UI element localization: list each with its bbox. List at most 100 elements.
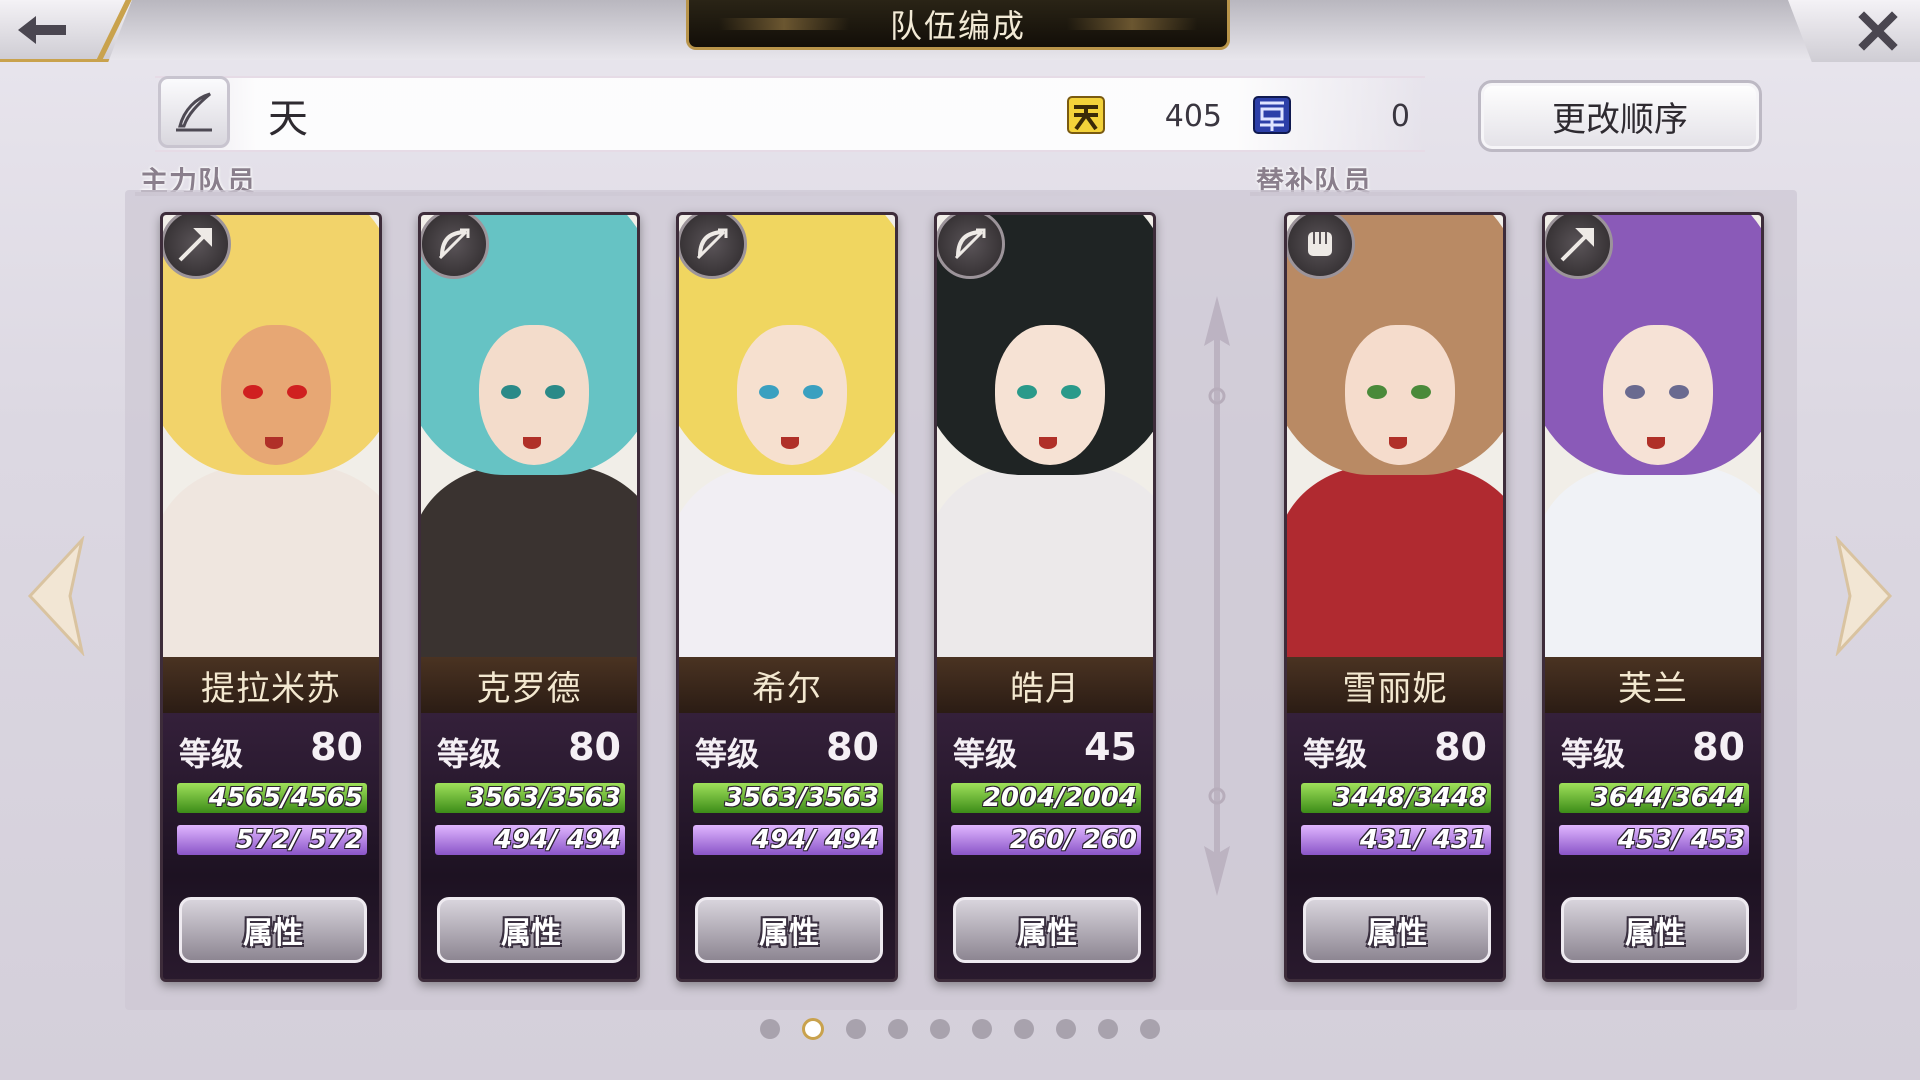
change-order-button[interactable]: 更改顺序 [1478, 80, 1762, 152]
prev-team-arrow-icon[interactable] [26, 536, 86, 656]
spear-icon [1545, 215, 1613, 279]
hp-text: 3563/3563 [724, 783, 879, 813]
attributes-button[interactable]: 属性 [437, 897, 625, 963]
mp-bar: 494/ 494 [693, 825, 883, 855]
hp-text: 3448/3448 [1332, 783, 1487, 813]
portrait-eye [1017, 385, 1037, 399]
level-label: 等级 [1561, 735, 1626, 773]
level-value: 80 [1692, 725, 1745, 769]
character-portrait[interactable] [679, 215, 895, 657]
level-label: 等级 [179, 735, 244, 773]
portrait-mouth [1389, 437, 1407, 449]
edit-team-name-button[interactable] [158, 76, 230, 148]
member-card[interactable]: 芙兰 等级 80 3644/3644 453/ 453 属性 [1542, 212, 1764, 982]
page-dot[interactable] [846, 1019, 866, 1039]
portrait-body [1545, 465, 1761, 657]
portrait-body [937, 465, 1153, 657]
portrait-eye [501, 385, 521, 399]
attributes-button-label: 属性 [1625, 916, 1685, 951]
portrait-body [421, 465, 637, 657]
sky-attribute-value: 405 [1164, 99, 1222, 134]
close-icon [1858, 11, 1898, 51]
page-dot[interactable] [888, 1019, 908, 1039]
portrait-mouth [523, 437, 541, 449]
portrait-eye [803, 385, 823, 399]
level-label: 等级 [1303, 735, 1368, 773]
portrait-eye [1367, 385, 1387, 399]
hp-bar: 2004/2004 [951, 783, 1141, 813]
page-dot[interactable] [760, 1019, 780, 1039]
member-card[interactable]: 克罗德 等级 80 3563/3563 494/ 494 属性 [418, 212, 640, 982]
portrait-eye [243, 385, 263, 399]
swap-divider-icon [1204, 296, 1230, 896]
portrait-eye [545, 385, 565, 399]
page-dot[interactable] [802, 1018, 824, 1040]
attributes-button[interactable]: 属性 [695, 897, 883, 963]
name-band: 皓月 [937, 657, 1153, 713]
mp-bar: 431/ 431 [1301, 825, 1491, 855]
hp-text: 3644/3644 [1590, 783, 1745, 813]
character-portrait[interactable] [163, 215, 379, 657]
team-name: 天 [268, 96, 308, 142]
team-info-bar [155, 76, 1425, 152]
attributes-button-label: 属性 [501, 916, 561, 951]
portrait-mouth [265, 437, 283, 449]
member-card[interactable]: 希尔 等级 80 3563/3563 494/ 494 属性 [676, 212, 898, 982]
character-portrait[interactable] [1545, 215, 1761, 657]
level-label: 等级 [953, 735, 1018, 773]
page-dot[interactable] [972, 1019, 992, 1039]
portrait-eye [1411, 385, 1431, 399]
stats-panel: 等级 80 3448/3448 431/ 431 属性 [1287, 713, 1503, 979]
character-name: 皓月 [1010, 668, 1080, 709]
attributes-button[interactable]: 属性 [953, 897, 1141, 963]
hp-bar: 3644/3644 [1559, 783, 1749, 813]
attributes-button-label: 属性 [1017, 916, 1077, 951]
member-card[interactable]: 提拉米苏 等级 80 4565/4565 572/ 572 属性 [160, 212, 382, 982]
screen-title: 队伍编成 [686, 0, 1230, 50]
quill-icon [176, 92, 212, 132]
character-name: 希尔 [752, 668, 822, 709]
attributes-button-label: 属性 [1367, 916, 1427, 951]
portrait-mouth [781, 437, 799, 449]
page-dot[interactable] [1014, 1019, 1034, 1039]
portrait-mouth [1647, 437, 1665, 449]
level-value: 80 [310, 725, 363, 769]
character-portrait[interactable] [1287, 215, 1503, 657]
page-dot[interactable] [1056, 1019, 1076, 1039]
member-card[interactable]: 雪丽妮 等级 80 3448/3448 431/ 431 属性 [1284, 212, 1506, 982]
portrait-eye [1061, 385, 1081, 399]
level-value: 80 [826, 725, 879, 769]
portrait-mouth [1039, 437, 1057, 449]
name-band: 提拉米苏 [163, 657, 379, 713]
hp-text: 4565/4565 [208, 783, 363, 813]
hp-text: 3563/3563 [466, 783, 621, 813]
next-team-arrow-icon[interactable] [1834, 536, 1894, 656]
portrait-body [163, 465, 379, 657]
spear-icon [163, 215, 231, 279]
stats-panel: 等级 80 3644/3644 453/ 453 属性 [1545, 713, 1761, 979]
sky-attribute-icon [1067, 96, 1105, 134]
page-dot[interactable] [1098, 1019, 1118, 1039]
dark-attribute-icon [1253, 96, 1291, 134]
character-portrait[interactable] [937, 215, 1153, 657]
level-value: 80 [568, 725, 621, 769]
attributes-button-label: 属性 [243, 916, 303, 951]
character-name: 克罗德 [476, 668, 582, 709]
bow-icon [937, 215, 1005, 279]
hp-text: 2004/2004 [982, 783, 1137, 813]
stats-panel: 等级 80 3563/3563 494/ 494 属性 [421, 713, 637, 979]
mp-bar: 572/ 572 [177, 825, 367, 855]
portrait-body [679, 465, 895, 657]
page-dot[interactable] [930, 1019, 950, 1039]
page-dot[interactable] [1140, 1019, 1160, 1039]
mp-text: 494/ 494 [751, 825, 879, 855]
dark-attribute-value: 0 [1390, 99, 1410, 134]
page-indicator [760, 1018, 1160, 1040]
attributes-button[interactable]: 属性 [1561, 897, 1749, 963]
character-name: 雪丽妮 [1342, 668, 1448, 709]
member-card[interactable]: 皓月 等级 45 2004/2004 260/ 260 属性 [934, 212, 1156, 982]
attributes-button[interactable]: 属性 [179, 897, 367, 963]
character-portrait[interactable] [421, 215, 637, 657]
attributes-button-label: 属性 [759, 916, 819, 951]
attributes-button[interactable]: 属性 [1303, 897, 1491, 963]
